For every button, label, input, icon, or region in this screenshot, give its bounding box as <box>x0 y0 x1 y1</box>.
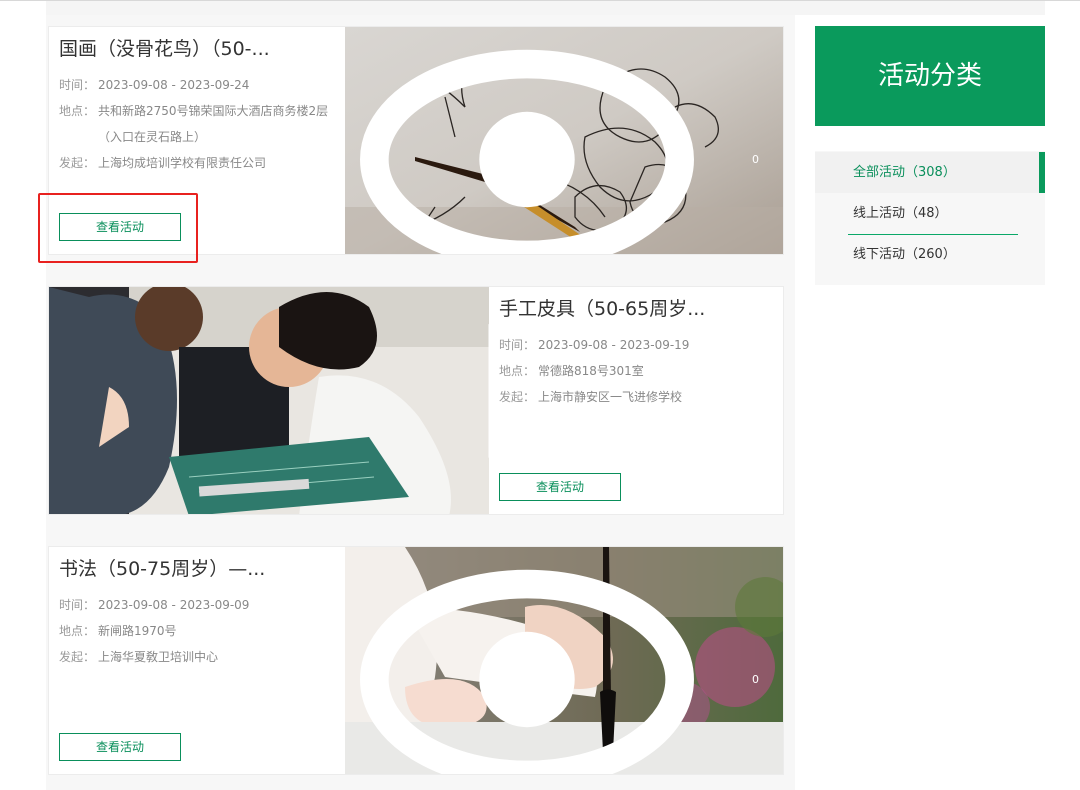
eye-icon <box>360 49 694 254</box>
comment-stat: 0 <box>383 305 489 514</box>
leather-craft-photo[interactable]: 0 0 <box>49 287 489 514</box>
time-label: 时间： <box>59 598 96 612</box>
activity-place-row: 地点： 共和新路2750号锦荣国际大酒店商务楼2层（入口在灵石路上） <box>59 98 345 150</box>
activity-place: 新闸路1970号 <box>98 624 177 638</box>
activity-stats: 0 0 <box>345 45 759 254</box>
highlight-box <box>38 193 198 263</box>
activity-title[interactable]: 手工皮具（50-65周岁... <box>499 296 783 322</box>
view-activity-button[interactable]: 查看活动 <box>59 733 181 761</box>
activity-time-row: 时间： 2023-09-08 - 2023-09-24 <box>59 72 345 98</box>
eye-icon <box>360 569 694 774</box>
activity-time: 2023-09-08 - 2023-09-19 <box>538 338 690 352</box>
place-label: 地点： <box>499 364 536 378</box>
activity-organizer-row: 发起： 上海均成培训学校有限责任公司 <box>59 150 345 176</box>
view-stat: 0 <box>345 45 759 254</box>
activity-stats: 0 0 <box>369 305 489 514</box>
category-item-offline[interactable]: 线下活动（260） <box>815 234 1045 275</box>
activity-organizer-row: 发起： 上海华夏敎卫培训中心 <box>59 644 345 670</box>
activity-meta: 时间： 2023-09-08 - 2023-09-19 地点： 常德路818号301… <box>499 332 783 410</box>
category-heading: 活动分类 <box>815 26 1045 126</box>
calligraphy-photo[interactable]: 0 0 <box>345 547 783 774</box>
place-label: 地点： <box>59 104 96 118</box>
activity-time: 2023-09-08 - 2023-09-09 <box>98 598 250 612</box>
activity-stats: 0 0 <box>345 565 759 774</box>
view-stat: 0 <box>345 565 759 774</box>
time-label: 时间： <box>59 78 96 92</box>
activity-time: 2023-09-08 - 2023-09-24 <box>98 78 250 92</box>
activity-info: 手工皮具（50-65周岁... 时间： 2023-09-08 - 2023-09-… <box>489 287 783 514</box>
category-item-online[interactable]: 线上活动（48） <box>815 193 1045 234</box>
activity-organizer-row: 发起： 上海市静安区一飞进修学校 <box>499 384 783 410</box>
organizer-label: 发起： <box>499 390 536 404</box>
activity-card: 书法（50-75周岁）—... 时间： 2023-09-08 - 2023-09-… <box>48 546 784 775</box>
category-item-all[interactable]: 全部活动（308） <box>815 152 1045 193</box>
view-count: 0 <box>752 673 759 686</box>
place-label: 地点： <box>59 624 96 638</box>
organizer-label: 发起： <box>59 650 96 664</box>
time-label: 时间： <box>499 338 536 352</box>
activity-title[interactable]: 国画（没骨花鸟）（50-... <box>59 36 345 62</box>
activity-place: 常德路818号301室 <box>538 364 644 378</box>
activity-card: 0 0 手工皮具（50-65周岁... 时间：2023-09-08 - 2023… <box>48 286 784 515</box>
organizer-label: 发起： <box>59 156 96 170</box>
category-list: 全部活动（308） 线上活动（48） 线下活动（260） <box>815 151 1045 285</box>
activity-meta: 时间： 2023-09-08 - 2023-09-24 地点： 共和新路2750号锦… <box>59 72 345 176</box>
view-activity-button[interactable]: 查看活动 <box>499 473 621 501</box>
comment-icon <box>488 324 489 458</box>
activity-place-row: 地点： 常德路818号301室 <box>499 358 783 384</box>
activity-place: 共和新路2750号锦荣国际大酒店商务楼2层（入口在灵石路上） <box>98 104 329 144</box>
view-count: 0 <box>752 153 759 166</box>
activity-place-row: 地点： 新闸路1970号 <box>59 618 345 644</box>
activity-time-row: 时间： 2023-09-08 - 2023-09-09 <box>59 592 345 618</box>
activity-meta: 时间： 2023-09-08 - 2023-09-09 地点： 新闸路1970号 发… <box>59 592 345 670</box>
activity-time-row: 时间： 2023-09-08 - 2023-09-19 <box>499 332 783 358</box>
activity-organizer: 上海市静安区一飞进修学校 <box>538 390 683 404</box>
activity-info: 书法（50-75周岁）—... 时间： 2023-09-08 - 2023-09-… <box>49 547 345 774</box>
activity-title[interactable]: 书法（50-75周岁）—... <box>59 556 345 582</box>
activity-organizer: 上海华夏敎卫培训中心 <box>98 650 219 664</box>
activity-organizer: 上海均成培训学校有限责任公司 <box>98 156 267 170</box>
ink-painting-image[interactable]: 0 0 <box>345 27 783 254</box>
top-strip <box>46 1 1045 15</box>
